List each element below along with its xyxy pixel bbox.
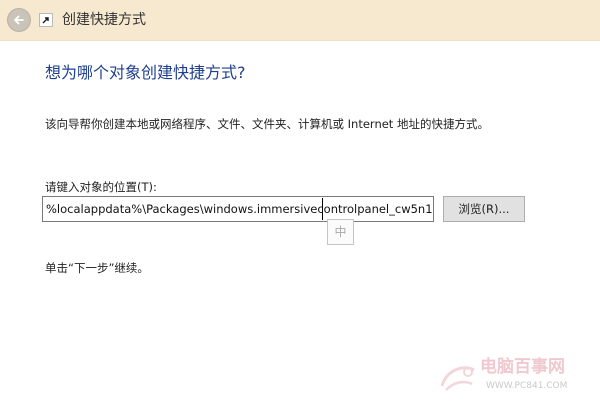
- watermark-name: 电脑百事网: [480, 357, 565, 377]
- location-input[interactable]: [42, 196, 434, 222]
- title-bar: 创建快捷方式: [0, 0, 600, 41]
- text-caret: [322, 198, 323, 220]
- window-title: 创建快捷方式: [62, 12, 146, 28]
- watermark: 电脑百事网 WWW.PC841.COM: [438, 356, 598, 400]
- browse-button[interactable]: 浏览(R)...: [443, 196, 525, 222]
- back-button[interactable]: [7, 8, 31, 32]
- ime-mode-indicator[interactable]: 中: [327, 219, 354, 245]
- shortcut-app-icon: [39, 13, 53, 27]
- shortcut-arrow-icon: [42, 17, 49, 24]
- back-arrow-icon: [14, 15, 24, 25]
- location-field-label: 请键入对象的位置(T):: [45, 180, 157, 194]
- page-heading: 想为哪个对象创建快捷方式?: [45, 63, 246, 82]
- watermark-url: WWW.PC841.COM: [486, 381, 568, 391]
- next-step-hint: 单击“下一步”继续。: [45, 261, 149, 275]
- wizard-description: 该向导帮你创建本地或网络程序、文件、文件夹、计算机或 Internet 地址的快…: [45, 117, 489, 131]
- watermark-logo-icon: [440, 366, 475, 391]
- create-shortcut-window: 创建快捷方式 想为哪个对象创建快捷方式? 该向导帮你创建本地或网络程序、文件、文…: [0, 0, 600, 402]
